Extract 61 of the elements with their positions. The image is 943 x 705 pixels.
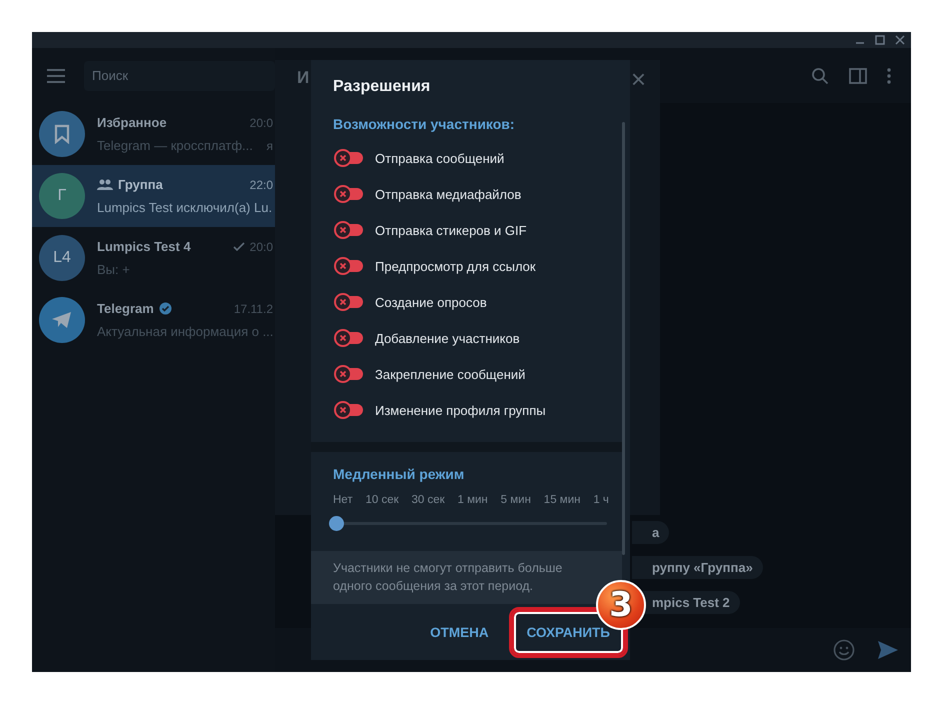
service-message: а: [632, 521, 670, 544]
chat-item[interactable]: Избранное 20:0 Telegram — кроссплатф... я: [32, 103, 275, 165]
avatar-initials: Г: [58, 187, 66, 205]
bookmark-icon: [54, 124, 70, 144]
toggle-switch[interactable]: [333, 292, 365, 312]
chat-item[interactable]: Г Группа 22:0 Lumpics Test исключил(а) Lu.: [32, 165, 275, 227]
search-icon[interactable]: [811, 66, 829, 84]
toggle-switch[interactable]: [333, 220, 365, 240]
permission-label: Добавление участников: [375, 330, 520, 346]
chat-item[interactable]: L4 Lumpics Test 4 20:0 Вы: +: [32, 227, 275, 289]
close-icon[interactable]: [895, 35, 905, 45]
chat-time: 22:0: [250, 178, 273, 192]
toggle-switch[interactable]: [333, 364, 365, 384]
paper-plane-icon: [51, 310, 73, 330]
panel-title: И: [297, 68, 310, 88]
section-heading: Возможности участников:: [333, 116, 516, 132]
more-icon[interactable]: [887, 68, 891, 84]
permission-label: Отправка сообщений: [375, 150, 504, 166]
chat-preview: Lumpics Test исключил(а) Lu.: [97, 200, 272, 215]
slider-tick-label: 30 сек: [411, 494, 445, 506]
section-heading: Медленный режим: [333, 466, 466, 482]
permission-label: Отправка медиафайлов: [375, 186, 522, 202]
dialog-title: Разрешения: [333, 78, 432, 96]
chat-time: 20:0: [250, 240, 273, 254]
permission-label: Предпросмотр для ссылок: [375, 258, 536, 274]
search-field[interactable]: Поиск: [84, 60, 275, 90]
maximize-icon[interactable]: [875, 35, 885, 45]
avatar-initials: L4: [53, 249, 71, 267]
sidebar-toggle-icon[interactable]: [849, 68, 867, 84]
slider-tick-label: 1 мин: [458, 494, 488, 506]
chat-name: Избранное: [97, 115, 167, 130]
chat-name: Lumpics Test 4: [97, 239, 191, 254]
toggle-switch[interactable]: [333, 400, 365, 420]
chat-time: 20:0: [250, 116, 273, 130]
chat-extra: я: [266, 138, 273, 152]
slider-tick-label: 5 мин: [500, 494, 531, 506]
emoji-icon[interactable]: [833, 639, 855, 661]
menu-icon[interactable]: [46, 68, 66, 82]
chat-name: Группа: [118, 177, 163, 192]
chat-preview: Актуальная информация о ...: [97, 324, 274, 339]
slider-tick-label: 1 ч: [593, 494, 609, 506]
slider-thumb[interactable]: [329, 516, 344, 531]
slider-tick-label: 10 сек: [365, 494, 399, 506]
permission-label: Закрепление сообщений: [375, 366, 526, 382]
permission-label: Изменение профиля группы: [375, 402, 546, 418]
toggle-switch[interactable]: [333, 328, 365, 348]
chat-preview: Вы: +: [97, 262, 130, 277]
send-icon[interactable]: [877, 640, 899, 660]
slider-tick-label: 15 мин: [544, 494, 580, 506]
chat-item[interactable]: Telegram 17.11.2 Актуальная информация о ...: [32, 289, 275, 351]
slider-tick-label: Нет: [333, 494, 353, 506]
chat-preview: Telegram — кроссплатф...: [97, 138, 253, 153]
toggle-switch[interactable]: [333, 256, 365, 276]
dialog-button[interactable]: ОТМЕНА: [420, 614, 499, 650]
chat-name: Telegram: [97, 301, 154, 316]
toggle-switch[interactable]: [333, 148, 365, 168]
chat-time: 17.11.2: [234, 302, 273, 316]
toggle-switch[interactable]: [333, 184, 365, 204]
service-message: руппу «Группа»: [632, 556, 763, 579]
permission-label: Создание опросов: [375, 294, 487, 310]
permission-label: Отправка стикеров и GIF: [375, 222, 527, 238]
